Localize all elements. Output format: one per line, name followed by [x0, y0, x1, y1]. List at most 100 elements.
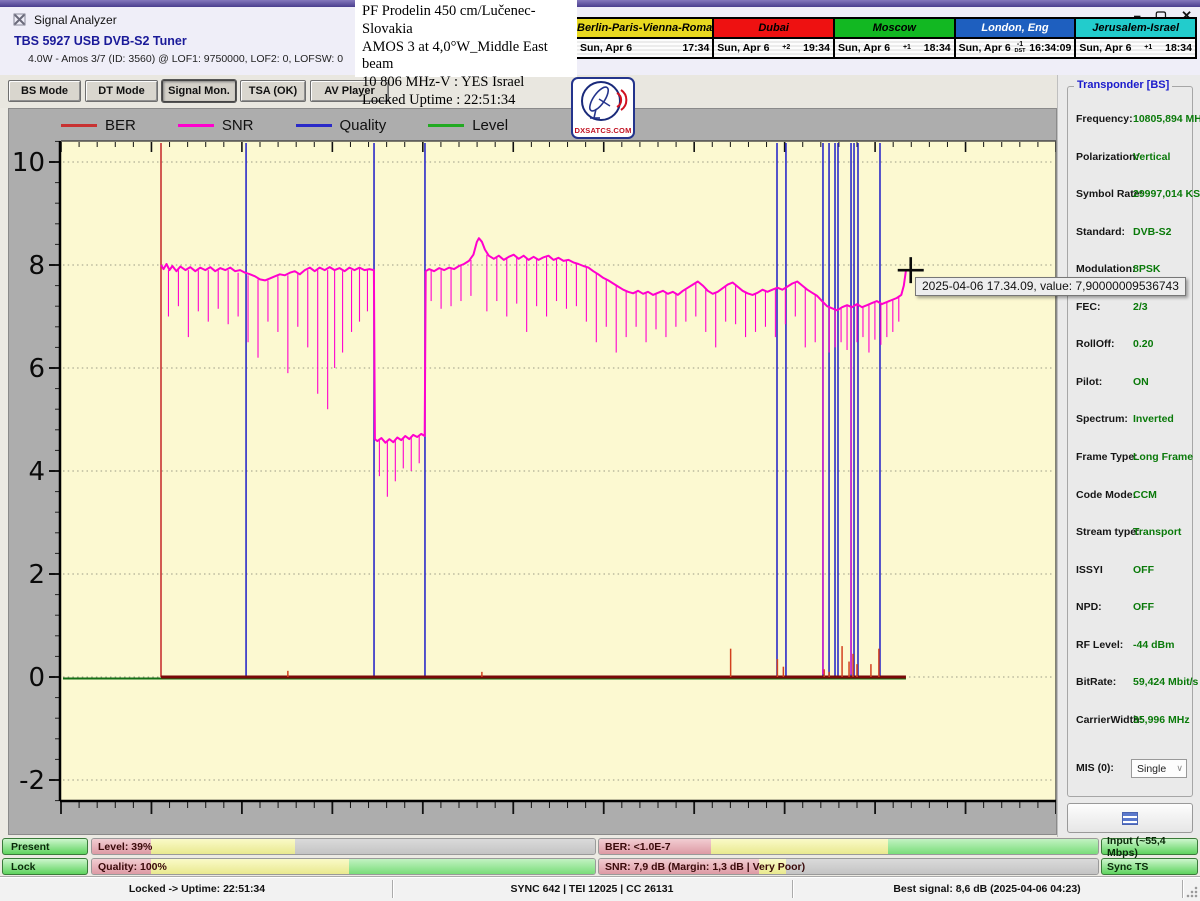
quality-bar: Quality: 100% [91, 858, 596, 875]
tp-label: Frame Type: [1076, 451, 1138, 463]
tp-value: Long Frame [1133, 451, 1193, 463]
resize-grip[interactable] [1186, 886, 1198, 898]
transponder-list-button[interactable] [1067, 803, 1193, 833]
world-clock: Dubai Sun, Apr 6+219:34 [712, 17, 835, 59]
statusbar-sync-counters: SYNC 642 | TEI 12025 | CC 26131 [392, 880, 792, 898]
tab-dt-mode[interactable]: DT Mode [85, 80, 158, 102]
bar-segment [888, 839, 1098, 854]
chevron-down-icon: ∨ [1176, 763, 1183, 774]
info-line-1: PF Prodelin 450 cm/Lučenec-Slovakia [362, 3, 570, 39]
tp-label: Frequency: [1076, 113, 1133, 125]
tp-value: 35,996 MHz [1133, 714, 1190, 726]
tp-value: DVB-S2 [1133, 226, 1172, 238]
tp-value: OFF [1133, 564, 1154, 576]
signal-chart[interactable]: 1086420-2 [9, 109, 1056, 834]
clock-date: Sun, Apr 6 [580, 42, 632, 54]
info-line-3: 10 806 MHz-V : YES Israel [362, 74, 570, 92]
clock-time: 17:34 [682, 42, 709, 54]
bar-segment [295, 839, 595, 854]
legend-item-level: Level [428, 117, 508, 134]
clock-time: 19:34 [803, 42, 830, 54]
legend-label: Quality [340, 117, 387, 134]
chart-legend: BER SNR Quality Level [61, 113, 508, 137]
tp-value: Vertical [1133, 151, 1170, 163]
world-clock: MoscowSun, Apr 6+118:34 [833, 17, 956, 59]
transponder-row: RF Level:-44 dBm [1068, 639, 1192, 653]
indicator-lock: Lock [2, 858, 88, 875]
svg-text:10: 10 [12, 148, 45, 178]
tp-value: 2/3 [1133, 301, 1148, 313]
svg-text:2: 2 [28, 560, 45, 590]
bar-segment [349, 859, 595, 874]
clock-utc-offset: +1 [890, 45, 924, 51]
legend-item-snr: SNR [178, 117, 254, 134]
world-clocks: Berlin-Paris-Vienna-RomaSun, Apr 617:34D… [575, 17, 1197, 59]
tp-label: RF Level: [1076, 639, 1123, 651]
indicator-input-55-4-mbps-: Input (~55,4 Mbps) [1101, 838, 1198, 855]
tp-label: FEC: [1076, 301, 1101, 313]
tab-tsa-ok-[interactable]: TSA (OK) [240, 80, 306, 102]
transponder-row: Spectrum:Inverted [1068, 413, 1192, 427]
clock-city: Dubai [714, 19, 833, 39]
logo-text: DXSATCS.COM [573, 126, 633, 135]
transponder-row: FEC: 2/3 [1068, 301, 1192, 315]
clock-utc-offset: +2 [769, 45, 803, 51]
ber-bar: BER: <1.0E-7 [598, 838, 1099, 855]
bar-segment [151, 839, 295, 854]
legend-swatch [178, 124, 214, 127]
transponder-groupbox: Transponder [BS] Frequency:10805,894 MHz… [1067, 86, 1193, 797]
transponder-row: RollOff:0.20 [1068, 338, 1192, 352]
signal-chart-panel: BERSNRQualityLevel 1086420-2 [8, 108, 1057, 835]
svg-text:8: 8 [28, 251, 45, 281]
tp-label: Stream type: [1076, 526, 1140, 538]
transponder-row: ISSYI OFF [1068, 564, 1192, 578]
transponder-row: BitRate:59,424 Mbit/s [1068, 676, 1192, 690]
svg-text:0: 0 [28, 663, 45, 693]
clock-city: Moscow [835, 19, 954, 39]
clock-time: 18:34 [1165, 42, 1192, 54]
legend-swatch [61, 124, 97, 127]
transponder-row: Frame Type:Long Frame [1068, 451, 1192, 465]
snr-bar: SNR: 7,9 dB (Margin: 1,3 dB | Very Poor) [598, 858, 1099, 875]
window-title: Signal Analyzer [34, 13, 117, 27]
tab-signal-mon-[interactable]: Signal Mon. [162, 80, 236, 102]
transponder-row: Standard:DVB-S2 [1068, 226, 1192, 240]
clock-date: Sun, Apr 6 [959, 42, 1011, 54]
tp-label: RollOff: [1076, 338, 1115, 350]
clock-utc-offset: +1 [1131, 45, 1165, 51]
tp-value: Transport [1133, 526, 1181, 538]
tp-value: Inverted [1133, 413, 1174, 425]
tab-bs-mode[interactable]: BS Mode [8, 80, 81, 102]
mis-value: Single [1137, 763, 1166, 775]
tp-value: OFF [1133, 601, 1154, 613]
transponder-row: Frequency:10805,894 MHz [1068, 113, 1192, 127]
transponder-row: Polarization:Vertical [1068, 151, 1192, 165]
satellite-dish-icon [574, 79, 632, 123]
world-clock: Jerusalem-IsraelSun, Apr 6+118:34 [1074, 17, 1197, 59]
bar-segment [151, 859, 349, 874]
level-bar-label: Level: 39% [98, 839, 152, 855]
svg-text:-2: -2 [19, 766, 45, 796]
info-line-2: AMOS 3 at 4,0°W_Middle East beam [362, 39, 570, 75]
bar-segment [711, 839, 889, 854]
tp-label: Polarization: [1076, 151, 1139, 163]
world-clock: London, EngSun, Apr 6-1DST16:34:09 [954, 17, 1077, 59]
clock-date: Sun, Apr 6 [717, 42, 769, 54]
mis-select[interactable]: Single ∨ [1131, 759, 1187, 778]
bar-segment [786, 859, 1098, 874]
tuner-subtitle: 4.0W - Amos 3/7 (ID: 3560) @ LOF1: 97500… [28, 53, 343, 65]
legend-label: BER [105, 117, 136, 134]
legend-swatch [296, 124, 332, 127]
svg-text:6: 6 [28, 354, 45, 384]
transponder-panel: Transponder [BS] Frequency:10805,894 MHz… [1057, 75, 1200, 837]
tp-value: 8PSK [1133, 263, 1160, 275]
transponder-row: CarrierWidth:35,996 MHz [1068, 714, 1192, 728]
clock-city: Jerusalem-Israel [1076, 19, 1195, 39]
statusbar-best-signal: Best signal: 8,6 dB (2025-04-06 04:23) [792, 880, 1182, 898]
statusbar-lock-uptime: Locked -> Uptime: 22:51:34 [2, 880, 392, 898]
list-icon [1122, 812, 1138, 825]
tp-label: ISSYI [1076, 564, 1103, 576]
chart-tooltip: 2025-04-06 17.34.09, value: 7,9000000953… [915, 277, 1186, 296]
legend-item-ber: BER [61, 117, 136, 134]
clock-time: 16:34:09 [1029, 42, 1071, 54]
